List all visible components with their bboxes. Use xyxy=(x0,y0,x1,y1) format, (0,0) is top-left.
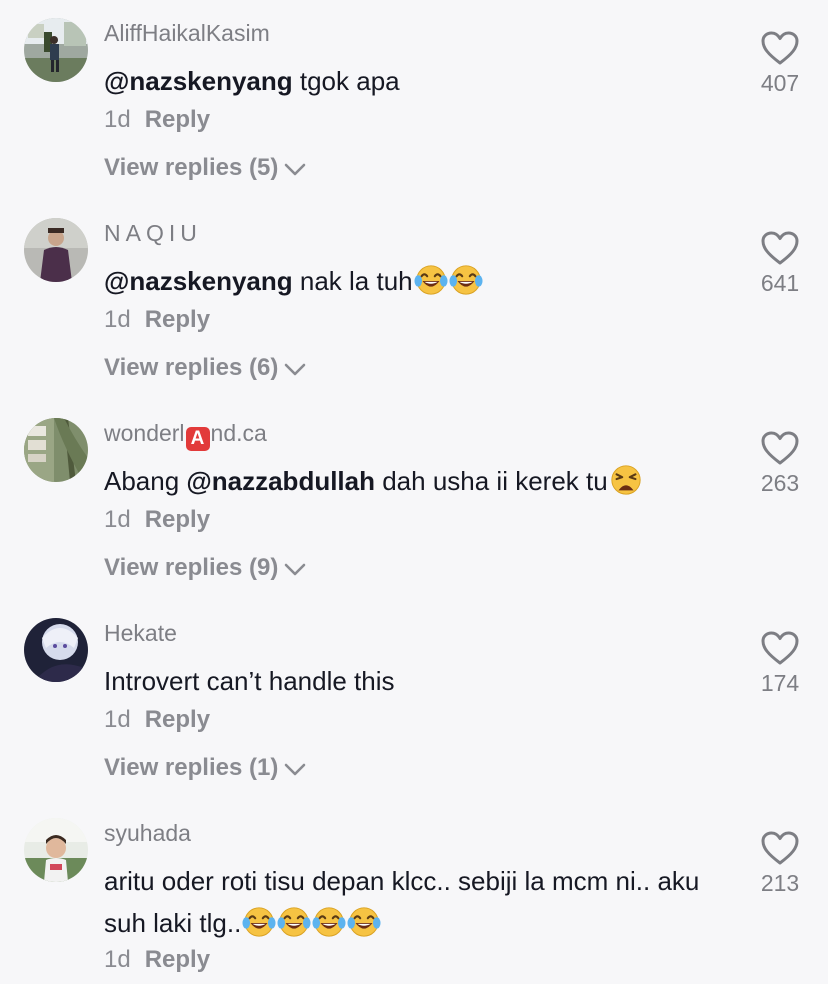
like-button[interactable]: 213 xyxy=(740,830,820,897)
like-button[interactable]: 263 xyxy=(740,430,820,497)
avatar[interactable] xyxy=(24,18,88,82)
like-count: 641 xyxy=(760,270,800,296)
mention-link[interactable]: @nazskenyang xyxy=(104,66,293,96)
heart-outline-icon xyxy=(760,30,800,66)
comment-text: Abang @nazzabdullah dah usha ii kerek tu xyxy=(104,460,744,502)
comment-text: @nazskenyang nak la tuh xyxy=(104,260,744,302)
view-replies-label: View replies (9) xyxy=(104,554,279,581)
comment-body: nak la tuh xyxy=(292,266,413,296)
view-replies-button[interactable]: View replies (1) xyxy=(104,754,306,782)
reply-button[interactable]: Reply xyxy=(145,106,210,133)
avatar[interactable] xyxy=(24,418,88,482)
face-with-tears-of-joy-emoji xyxy=(312,905,346,939)
like-button[interactable]: 641 xyxy=(740,230,820,297)
comment-body: aritu oder roti tisu depan klcc.. sebiji… xyxy=(104,866,700,938)
comment-meta: 1d Reply xyxy=(104,946,210,974)
face-with-tears-of-joy-emoji xyxy=(414,263,448,297)
comment-body-prefix: Abang xyxy=(104,466,187,496)
comment-body: tgok apa xyxy=(292,66,400,96)
comment-text: aritu oder roti tisu depan klcc.. sebiji… xyxy=(104,860,734,944)
username[interactable]: Hekate xyxy=(104,620,177,647)
letter-a-badge-icon: A xyxy=(185,427,210,451)
like-count: 407 xyxy=(760,70,800,96)
view-replies-label: View replies (6) xyxy=(104,354,279,381)
avatar[interactable] xyxy=(24,818,88,882)
mention-link[interactable]: @nazzabdullah xyxy=(186,466,375,496)
heart-outline-icon xyxy=(760,830,800,866)
comment-time: 1d xyxy=(104,706,131,733)
username-text: NAQIU xyxy=(104,220,202,246)
comment-body: dah usha ii kerek tu xyxy=(375,466,608,496)
weary-face-emoji xyxy=(609,463,643,497)
face-with-tears-of-joy-emoji xyxy=(242,905,276,939)
username[interactable]: NAQIU xyxy=(104,220,202,247)
heart-outline-icon xyxy=(760,630,800,666)
like-button[interactable]: 407 xyxy=(740,30,820,97)
comment-text: @nazskenyang tgok apa xyxy=(104,60,744,102)
reply-button[interactable]: Reply xyxy=(145,306,210,333)
view-replies-button[interactable]: View replies (6) xyxy=(104,354,306,382)
comment-time: 1d xyxy=(104,946,131,973)
comment-time: 1d xyxy=(104,506,131,533)
view-replies-label: View replies (1) xyxy=(104,754,279,781)
face-with-tears-of-joy-emoji xyxy=(277,905,311,939)
chevron-down-icon xyxy=(284,563,306,577)
face-with-tears-of-joy-emoji xyxy=(347,905,381,939)
username[interactable]: syuhada xyxy=(104,820,191,847)
view-replies-button[interactable]: View replies (9) xyxy=(104,554,306,582)
like-count: 174 xyxy=(760,670,800,696)
username-part: nd.ca xyxy=(210,420,267,446)
username[interactable]: AliffHaikalKasim xyxy=(104,20,270,47)
avatar[interactable] xyxy=(24,618,88,682)
reply-button[interactable]: Reply xyxy=(145,506,210,533)
heart-outline-icon xyxy=(760,430,800,466)
username-part: wonderl xyxy=(104,420,185,446)
comment-time: 1d xyxy=(104,306,131,333)
view-replies-label: View replies (5) xyxy=(104,154,279,181)
comment-meta: 1d Reply xyxy=(104,106,210,134)
like-count: 213 xyxy=(760,870,800,896)
view-replies-button[interactable]: View replies (5) xyxy=(104,154,306,182)
reply-button[interactable]: Reply xyxy=(145,706,210,733)
chevron-down-icon xyxy=(284,163,306,177)
comment-body: Introvert can’t handle this xyxy=(104,666,395,696)
like-button[interactable]: 174 xyxy=(740,630,820,697)
avatar[interactable] xyxy=(24,218,88,282)
username[interactable]: wonderl And.ca xyxy=(104,420,267,451)
comment-meta: 1d Reply xyxy=(104,706,210,734)
chevron-down-icon xyxy=(284,763,306,777)
heart-outline-icon xyxy=(760,230,800,266)
comment-time: 1d xyxy=(104,106,131,133)
comment-list: AliffHaikalKasim @nazskenyang tgok apa 1… xyxy=(0,0,828,984)
like-count: 263 xyxy=(760,470,800,496)
comment-text: Introvert can’t handle this xyxy=(104,660,744,702)
comment-meta: 1d Reply xyxy=(104,306,210,334)
reply-button[interactable]: Reply xyxy=(145,946,210,973)
face-with-tears-of-joy-emoji xyxy=(449,263,483,297)
comment-meta: 1d Reply xyxy=(104,506,210,534)
mention-link[interactable]: @nazskenyang xyxy=(104,266,293,296)
chevron-down-icon xyxy=(284,363,306,377)
